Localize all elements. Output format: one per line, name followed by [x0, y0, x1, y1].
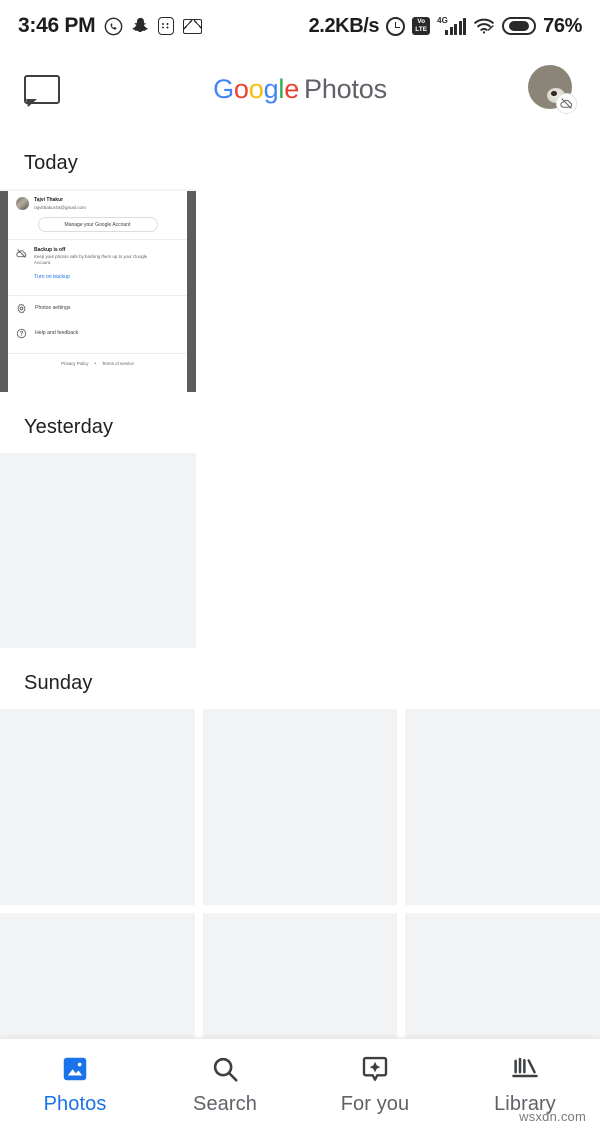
photo-grid-yesterday: [0, 453, 600, 648]
backup-title: Backup is off: [34, 247, 66, 253]
nav-item-search[interactable]: Search: [150, 1054, 300, 1116]
status-bar-right: 2.2KB/s Vo LTE 4G 76%: [308, 14, 583, 38]
ms-office-icon: [211, 17, 229, 35]
whatsapp-icon: [104, 17, 123, 36]
account-row: Tajvi Thakur rajvithakur44@gmail.com: [8, 191, 187, 211]
gmail-icon: [183, 18, 203, 34]
page-title: Google Photos: [0, 74, 600, 105]
photo-tile[interactable]: [202, 709, 398, 905]
backup-off-icon: [556, 93, 577, 114]
app-name: Photos: [304, 73, 387, 104]
status-bar: 3:46 PM 2.2KB/s Vo LTE 4G 76%: [0, 0, 600, 52]
photos-settings-item: Photos settings: [8, 296, 187, 321]
photo-tile[interactable]: [405, 709, 600, 905]
network-speed: 2.2KB/s: [308, 14, 380, 37]
thumb-right-edge: [187, 191, 196, 392]
section-yesterday: Yesterday: [0, 392, 600, 648]
wifi-icon: [473, 18, 495, 34]
snapchat-icon: [132, 17, 149, 35]
status-time: 3:46 PM: [18, 14, 96, 37]
alarm-icon: [386, 16, 406, 36]
section-today: Today Tajvi Thakur rajvithakur44@gmail.c…: [0, 126, 600, 392]
screenshot-footer: Privacy Policy • Terms of service: [8, 354, 187, 366]
search-icon: [210, 1054, 240, 1084]
app-bar: Google Photos: [0, 52, 600, 126]
help-circle-icon: [16, 328, 27, 339]
battery-icon: [502, 17, 537, 35]
signal-bars-icon: 4G: [437, 15, 467, 35]
photo-grid-sunday-row-1: [0, 709, 600, 905]
photo-timeline: Today Tajvi Thakur rajvithakur44@gmail.c…: [0, 126, 600, 1109]
thumb-left-edge: [0, 191, 8, 392]
library-icon: [510, 1054, 540, 1084]
for-you-icon: [360, 1054, 390, 1084]
battery-percent: 76%: [543, 14, 582, 37]
photos-settings-label: Photos settings: [35, 305, 71, 312]
nav-item-photos[interactable]: Photos: [0, 1054, 150, 1116]
account-avatar: [16, 197, 29, 210]
nav-label-search: Search: [193, 1092, 257, 1115]
google-wordmark: Google: [213, 73, 300, 104]
turn-on-backup-link: Turn on backup: [34, 273, 70, 280]
photo-thumbnail-today[interactable]: Tajvi Thakur rajvithakur44@gmail.com Man…: [0, 189, 196, 392]
photo-tile[interactable]: [0, 709, 195, 905]
section-header-today: Today: [24, 152, 78, 174]
terms-of-service-link: Terms of service: [101, 360, 134, 366]
backup-section: Backup is off Keep your photos safe by b…: [8, 240, 187, 267]
network-type-label: 4G: [437, 15, 448, 25]
photos-icon: [60, 1054, 90, 1084]
section-header-sunday: Sunday: [24, 672, 93, 694]
account-email: rajvithakur44@gmail.com: [34, 205, 86, 210]
nav-label-for-you: For you: [340, 1092, 410, 1115]
nav-item-for-you[interactable]: For you: [300, 1054, 450, 1116]
volte-top: Vo: [417, 18, 426, 25]
cloud-backup-off-icon: [16, 248, 27, 259]
screenshot-content: Tajvi Thakur rajvithakur44@gmail.com Man…: [8, 191, 187, 392]
manage-account-button: Manage your Google Account: [37, 217, 158, 232]
status-bar-left: 3:46 PM: [18, 14, 229, 38]
avatar[interactable]: [528, 65, 577, 114]
nav-item-library[interactable]: Library: [450, 1054, 600, 1116]
volte-icon: Vo LTE: [412, 17, 431, 35]
watermark: wsxdn.com: [519, 1109, 586, 1124]
account-name: Tajvi Thakur: [34, 197, 64, 203]
footer-separator: •: [94, 360, 96, 366]
section-header-yesterday: Yesterday: [24, 416, 114, 438]
help-feedback-label: Help and feedback: [35, 330, 79, 337]
volte-bottom: LTE: [415, 26, 428, 33]
bottom-navigation: Photos Search For you Library: [0, 1038, 600, 1130]
privacy-policy-link: Privacy Policy: [61, 360, 89, 366]
photo-tile[interactable]: [0, 453, 196, 648]
keypad-icon: [158, 17, 175, 35]
backup-description: Keep your photos safe by backing them up…: [34, 254, 148, 266]
gear-icon: [16, 303, 27, 314]
chat-bubble-icon[interactable]: [24, 75, 60, 107]
help-feedback-item: Help and feedback: [8, 321, 187, 346]
nav-label-photos: Photos: [43, 1092, 107, 1115]
